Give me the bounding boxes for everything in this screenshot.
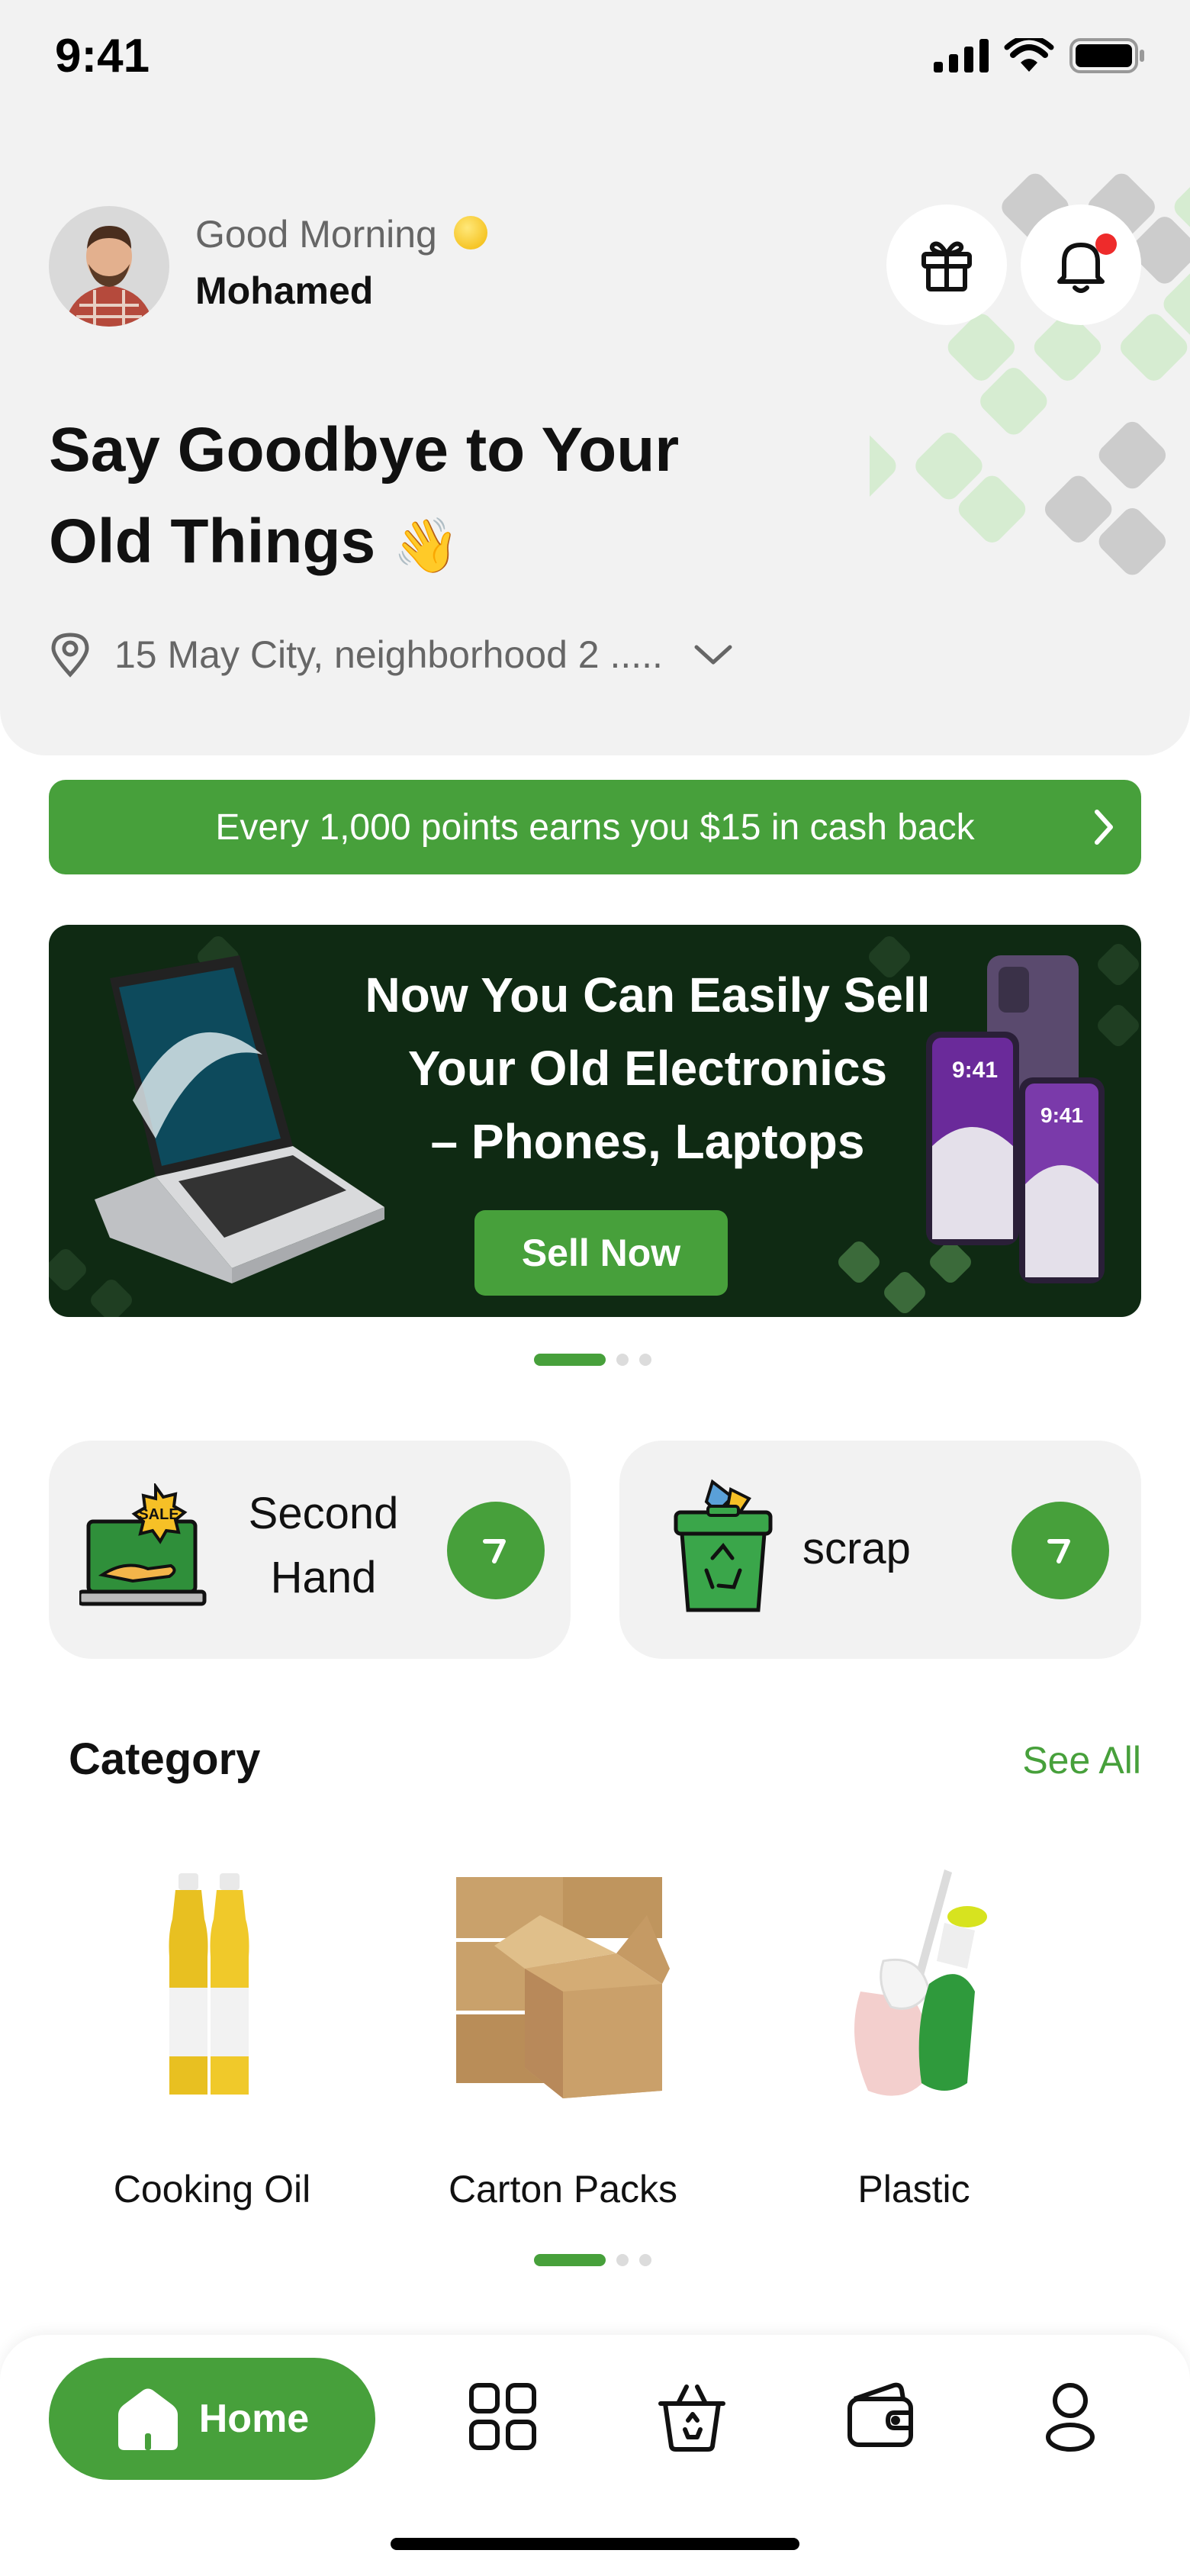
pagination-dot-active[interactable]	[534, 1354, 606, 1366]
pagination-dot-active[interactable]	[534, 2254, 606, 2266]
pagination-dot[interactable]	[616, 2254, 629, 2266]
points-banner[interactable]: Every 1,000 points earns you $15 in cash…	[49, 780, 1141, 874]
scrap-arrow-button[interactable]	[1011, 1502, 1109, 1599]
promo-title-line1: Now You Can Easily Sell	[365, 968, 931, 1022]
see-all-link[interactable]: See All	[1022, 1738, 1141, 1782]
profile-icon	[1046, 2383, 1095, 2452]
avatar[interactable]	[49, 206, 169, 327]
status-bar: 9:41	[0, 0, 1190, 114]
pagination-dot[interactable]	[639, 2254, 651, 2266]
tab-categories[interactable]	[468, 2382, 537, 2455]
chevron-down-icon	[694, 645, 732, 665]
recycle-basket-icon	[658, 2384, 725, 2452]
promo-title: Now You Can Easily Sell Your Old Electro…	[301, 958, 995, 1178]
second-hand-label-line2: Hand	[270, 1553, 377, 1602]
sell-now-button[interactable]: Sell Now	[474, 1210, 728, 1296]
promo-title-line3: – Phones, Laptops	[430, 1114, 865, 1169]
home-icon	[117, 2388, 178, 2450]
home-indicator	[391, 2538, 799, 2550]
carton-packs-image	[403, 1862, 723, 2114]
phone-screen-time-2: 9:41	[1040, 1103, 1084, 1127]
wifi-icon	[1004, 38, 1054, 72]
bottom-tab-bar: Home	[0, 2335, 1190, 2576]
arrow-up-right-icon	[483, 1539, 506, 1563]
category-label: Carton Packs	[448, 2168, 678, 2211]
phones-image: 9:41 9:41	[926, 955, 1124, 1291]
plastic-image	[754, 1862, 1074, 2114]
category-item-carton-packs[interactable]: Carton Packs	[403, 1862, 723, 2211]
hero-title-text: Say Goodbye to Your Old Things	[49, 415, 680, 576]
greeting-text: Good Morning	[195, 212, 487, 256]
location-text: 15 May City, neighborhood 2 .....	[114, 633, 663, 676]
category-item-plastic[interactable]: Plastic	[754, 1862, 1074, 2211]
category-pagination	[534, 2254, 651, 2266]
scrap-label: scrap	[802, 1524, 911, 1573]
category-section-title: Category	[69, 1734, 261, 1784]
pagination-dot[interactable]	[616, 1354, 629, 1366]
grid-icon	[469, 2383, 536, 2450]
second-hand-label: Second Hand	[224, 1482, 423, 1610]
category-label: Plastic	[857, 2168, 970, 2211]
category-label: Cooking Oil	[113, 2168, 311, 2211]
second-hand-label-line1: Second	[248, 1489, 399, 1538]
location-selector[interactable]: 15 May City, neighborhood 2 .....	[49, 632, 733, 678]
recycle-bin-icon	[674, 1479, 773, 1612]
gift-icon	[921, 241, 972, 291]
wallet-icon	[847, 2382, 913, 2447]
promo-title-line2: Your Old Electronics	[407, 1041, 888, 1096]
promo-banner[interactable]: Now You Can Easily Sell Your Old Electro…	[49, 925, 1141, 1317]
tab-wallet[interactable]	[847, 2382, 918, 2452]
notifications-button[interactable]	[1021, 204, 1141, 325]
location-pin-icon	[51, 633, 89, 678]
user-name: Mohamed	[195, 269, 374, 312]
scrap-card[interactable]: scrap	[619, 1441, 1141, 1659]
waving-hand-icon: 👋	[392, 516, 460, 576]
status-icons	[934, 38, 1146, 73]
hero-title: Say Goodbye to Your Old Things 👋	[49, 404, 781, 591]
svg-text:SALE: SALE	[138, 1506, 178, 1523]
gift-button[interactable]	[886, 204, 1007, 325]
cooking-oil-image	[52, 1862, 372, 2114]
notification-dot	[1095, 233, 1117, 255]
status-time: 9:41	[55, 30, 150, 82]
chevron-right-icon	[1095, 810, 1113, 845]
sale-laptop-icon: SALE	[79, 1483, 207, 1606]
category-item-cooking-oil[interactable]: Cooking Oil	[52, 1862, 372, 2211]
points-banner-text: Every 1,000 points earns you $15 in cash…	[215, 807, 975, 848]
tab-home[interactable]: Home	[49, 2358, 375, 2480]
second-hand-card[interactable]: SALE Second Hand	[49, 1441, 571, 1659]
sun-emoji-icon	[453, 215, 487, 250]
tab-home-label: Home	[198, 2397, 310, 2441]
arrow-up-right-icon	[1047, 1539, 1070, 1563]
signal-icon	[934, 39, 989, 72]
promo-pagination	[534, 1354, 651, 1366]
greeting-label: Good Morning	[195, 213, 437, 256]
tab-profile[interactable]	[1045, 2382, 1095, 2456]
second-hand-arrow-button[interactable]	[447, 1502, 545, 1599]
battery-icon	[1069, 38, 1144, 73]
decorative-pattern	[870, 173, 1190, 575]
pagination-dot[interactable]	[639, 1354, 651, 1366]
phone-screen-time-1: 9:41	[952, 1058, 999, 1083]
tab-recycle[interactable]	[658, 2382, 726, 2456]
